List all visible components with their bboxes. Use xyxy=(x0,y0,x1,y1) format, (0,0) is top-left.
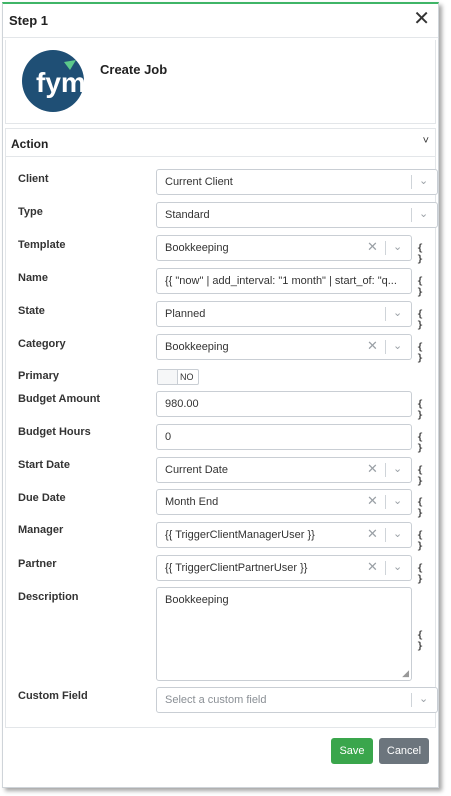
description-label: Description xyxy=(18,591,79,603)
variable-icon[interactable]: { } xyxy=(417,530,435,552)
chevron-down-icon[interactable]: ⌄ xyxy=(393,306,402,319)
category-value: Bookkeeping xyxy=(165,341,229,353)
due-date-value: Month End xyxy=(165,496,219,508)
primary-label: Primary xyxy=(18,370,59,382)
chevron-down-icon[interactable]: ⌄ xyxy=(393,560,402,573)
name-input[interactable]: {{ "now" | add_interval: "1 month" | sta… xyxy=(156,268,412,294)
variable-icon[interactable]: { } xyxy=(417,432,435,454)
budget-hours-input[interactable]: 0 xyxy=(156,424,412,450)
cancel-button[interactable]: Cancel xyxy=(379,738,429,764)
logo-mark-icon: fym xyxy=(36,60,84,98)
primary-toggle[interactable]: NO xyxy=(157,369,199,385)
step-header: Step 1 ✕ xyxy=(3,4,438,38)
partner-select[interactable]: {{ TriggerClientPartnerUser }} ✕ ⌄ xyxy=(156,555,412,581)
resize-handle-icon[interactable]: ◢ xyxy=(402,668,409,679)
variable-icon[interactable]: { } xyxy=(417,309,435,331)
description-value: Bookkeeping xyxy=(165,594,229,606)
clear-icon[interactable]: ✕ xyxy=(367,461,378,477)
step-title: Step 1 xyxy=(9,13,49,28)
state-value: Planned xyxy=(165,308,206,320)
custom-field-select[interactable]: Select a custom field ⌄ xyxy=(156,687,438,713)
template-value: Bookkeeping xyxy=(165,242,229,254)
clear-icon[interactable]: ✕ xyxy=(367,559,378,575)
chevron-down-icon[interactable]: ⌄ xyxy=(419,207,428,220)
budget-amount-input[interactable]: 980.00 xyxy=(156,391,412,417)
variable-icon[interactable]: { } xyxy=(417,465,435,487)
manager-select[interactable]: {{ TriggerClientManagerUser }} ✕ ⌄ xyxy=(156,522,412,548)
save-button[interactable]: Save xyxy=(331,738,373,764)
manager-label: Manager xyxy=(18,524,64,536)
chevron-down-icon[interactable]: ⌄ xyxy=(393,339,402,352)
name-value: {{ "now" | add_interval: "1 month" | sta… xyxy=(165,275,397,287)
toggle-knob xyxy=(158,370,178,384)
client-value: Current Client xyxy=(165,176,233,188)
brand-logo: fym xyxy=(22,50,84,112)
client-label: Client xyxy=(18,173,49,185)
chevron-down-icon[interactable]: ⌄ xyxy=(393,240,402,253)
action-section: Action ˅ Client Current Client ⌄ Type St… xyxy=(5,128,438,728)
category-label: Category xyxy=(18,338,66,350)
start-date-select[interactable]: Current Date ✕ ⌄ xyxy=(156,457,412,483)
due-date-label: Due Date xyxy=(18,492,66,504)
chevron-down-icon[interactable]: ⌄ xyxy=(393,462,402,475)
variable-icon[interactable]: { } xyxy=(417,276,435,298)
custom-field-placeholder: Select a custom field xyxy=(165,694,267,706)
clear-icon[interactable]: ✕ xyxy=(367,338,378,354)
chevron-down-icon[interactable]: ⌄ xyxy=(393,494,402,507)
manager-value: {{ TriggerClientManagerUser }} xyxy=(165,529,315,541)
chevron-down-icon[interactable]: ˅ xyxy=(423,135,429,147)
variable-icon[interactable]: { } xyxy=(417,630,435,652)
start-date-value: Current Date xyxy=(165,464,228,476)
custom-field-label: Custom Field xyxy=(18,690,88,702)
close-icon[interactable]: ✕ xyxy=(413,8,430,30)
type-select[interactable]: Standard ⌄ xyxy=(156,202,438,228)
step-panel: Step 1 ✕ fym Create Job Action ˅ Client … xyxy=(2,2,439,788)
logo-text: fym xyxy=(36,67,84,98)
budget-hours-value: 0 xyxy=(165,431,172,443)
partner-value: {{ TriggerClientPartnerUser }} xyxy=(165,562,308,574)
description-textarea[interactable]: Bookkeeping ◢ xyxy=(156,587,412,681)
clear-icon[interactable]: ✕ xyxy=(367,239,378,255)
budget-amount-value: 980.00 xyxy=(165,398,199,410)
variable-icon[interactable]: { } xyxy=(417,399,435,421)
budget-amount-label: Budget Amount xyxy=(18,393,101,405)
variable-icon[interactable]: { } xyxy=(417,243,435,265)
template-label: Template xyxy=(18,239,66,251)
clear-icon[interactable]: ✕ xyxy=(367,526,378,542)
partner-label: Partner xyxy=(18,558,57,570)
due-date-select[interactable]: Month End ✕ ⌄ xyxy=(156,489,412,515)
job-title: Create Job xyxy=(100,62,168,77)
variable-icon[interactable]: { } xyxy=(417,497,435,519)
client-select[interactable]: Current Client ⌄ xyxy=(156,169,438,195)
primary-value: NO xyxy=(180,372,194,382)
template-select[interactable]: Bookkeeping ✕ ⌄ xyxy=(156,235,412,261)
budget-hours-label: Budget Hours xyxy=(18,426,91,438)
chevron-down-icon[interactable]: ⌄ xyxy=(393,527,402,540)
type-value: Standard xyxy=(165,209,210,221)
job-card: fym Create Job xyxy=(5,40,436,124)
type-label: Type xyxy=(18,206,43,218)
clear-icon[interactable]: ✕ xyxy=(367,493,378,509)
section-title: Action xyxy=(11,137,49,151)
start-date-label: Start Date xyxy=(18,459,70,471)
state-label: State xyxy=(18,305,45,317)
variable-icon[interactable]: { } xyxy=(417,563,435,585)
chevron-down-icon[interactable]: ⌄ xyxy=(419,692,428,705)
chevron-down-icon[interactable]: ⌄ xyxy=(419,174,428,187)
variable-icon[interactable]: { } xyxy=(417,342,435,364)
state-select[interactable]: Planned ⌄ xyxy=(156,301,412,327)
action-section-header[interactable]: Action ˅ xyxy=(6,129,435,157)
category-select[interactable]: Bookkeeping ✕ ⌄ xyxy=(156,334,412,360)
name-label: Name xyxy=(18,272,48,284)
